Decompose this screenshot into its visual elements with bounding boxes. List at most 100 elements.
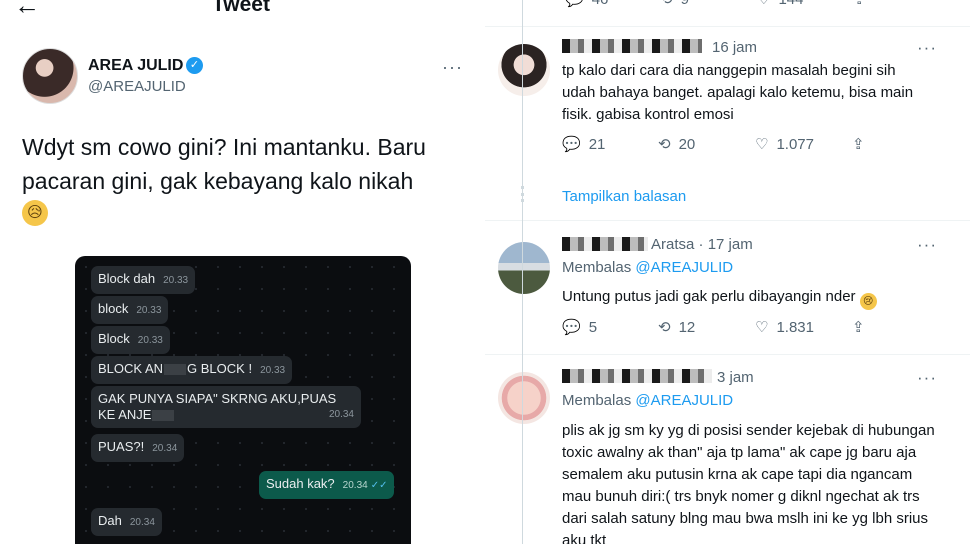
reply-avatar[interactable] [498, 44, 550, 96]
verified-badge-icon: ✓ [186, 57, 203, 74]
page-title: Tweet [212, 0, 270, 16]
message-time: 20.33 [163, 275, 189, 286]
censored-username [562, 237, 648, 251]
message-text: block [98, 301, 129, 316]
reply-icon: 💬 [562, 136, 581, 153]
heart-icon: ♡ [755, 319, 769, 336]
reply-count: 46 [592, 0, 609, 8]
like-count: 1.831 [776, 319, 814, 336]
reply-icon: 💬 [562, 319, 581, 336]
divider [485, 26, 970, 27]
message-text: Block [98, 331, 130, 346]
message-time: 20.33 [136, 305, 162, 316]
show-replies-link[interactable]: Tampilkan balasan [562, 188, 686, 205]
chat-message: Block 20.33 [91, 326, 170, 354]
message-text: Sudah kak? [266, 476, 335, 491]
author-avatar[interactable] [22, 48, 78, 104]
message-time: 20.34 [152, 443, 178, 454]
reply-text: Untung putus jadi gak perlu dibayangin n… [562, 286, 932, 310]
message-time: 20.33 [260, 365, 286, 376]
reply-text-content: Untung putus jadi gak perlu dibayangin n… [562, 288, 856, 305]
retweet-count: 12 [678, 319, 696, 336]
chat-message: PUAS?! 20.34 [91, 434, 185, 462]
reply-avatar[interactable] [498, 372, 550, 424]
reply-count: 5 [588, 319, 598, 336]
sad-face-emoji-icon: 😥 [22, 200, 48, 226]
replying-to-handle[interactable]: @AREAJULID [635, 259, 733, 276]
like-button[interactable]: ♡ 1.831 [755, 318, 814, 336]
heart-icon: ♡ [755, 136, 769, 153]
replying-to: Membalas @AREAJULID [562, 259, 733, 276]
censor-blur [164, 364, 187, 376]
message-time: 20.34 [328, 409, 354, 420]
reply-time: · 17 jam [698, 236, 753, 253]
author-handle[interactable]: @AREAJULID [88, 78, 186, 95]
share-button[interactable]: ⇪ [852, 318, 865, 336]
author-name[interactable]: AREA JULID [88, 57, 183, 75]
censored-username [562, 39, 702, 53]
retweet-button[interactable]: ⟲ 20 [658, 135, 695, 153]
like-button[interactable]: ♡ 1.077 [755, 135, 814, 153]
retweet-button[interactable]: ⟲ 12 [658, 318, 695, 336]
heart-icon: ♡ [757, 0, 770, 8]
share-button[interactable]: ⇪ [853, 0, 866, 8]
more-options-icon[interactable]: ··· [442, 57, 463, 78]
reply-button[interactable]: 💬 5 [562, 318, 597, 336]
share-icon: ⇪ [852, 319, 865, 336]
back-arrow-icon[interactable]: ← [14, 0, 40, 18]
retweet-icon: ⟲ [660, 0, 673, 8]
retweet-count: 20 [678, 136, 696, 153]
chat-message: GAK PUNYA SIAPA" SKRNG AKU,PUAS KE ANJE 2… [91, 386, 361, 428]
like-count: 144 [778, 0, 803, 8]
crying-face-emoji-icon: 😢 [859, 293, 877, 310]
chat-message: Dah 20.34 [91, 508, 162, 536]
more-options-icon[interactable]: ··· [917, 38, 937, 58]
more-options-icon[interactable]: ··· [917, 235, 937, 255]
reply-text: plis ak jg sm ky yg di posisi sender kej… [562, 422, 935, 544]
chat-message-outgoing: Sudah kak? 20.34 ✓✓ [259, 471, 395, 499]
reply-icon: 💬 [565, 0, 584, 8]
message-time: 20.33 [137, 335, 163, 346]
tweet-text: Wdyt sm cowo gini? Ini mantanku. Baru pa… [22, 134, 426, 194]
message-text: GAK PUNYA SIAPA" SKRNG AKU,PUAS [98, 391, 337, 406]
share-icon: ⇪ [852, 136, 865, 153]
replying-to: Membalas @AREAJULID [562, 392, 733, 409]
retweet-icon: ⟲ [658, 319, 671, 336]
reply-time: 3 jam [717, 369, 754, 386]
replying-prefix: Membalas [562, 392, 632, 409]
replies-panel: 💬46 ⟲9 ♡144 ⇪ 16 jam ··· tp kalo dari ca… [485, 0, 970, 544]
share-icon: ⇪ [853, 0, 866, 8]
username-tail: Aratsa [651, 236, 695, 253]
chat-message: Block dah 20.33 [91, 266, 196, 294]
read-ticks-icon: ✓✓ [370, 480, 388, 491]
message-text: Block dah [98, 271, 156, 286]
reply-text: tp kalo dari cara dia nanggepin masalah … [562, 62, 914, 123]
reply-time: 16 jam [712, 39, 758, 56]
message-text: KE ANJE [98, 407, 152, 422]
divider [485, 220, 970, 221]
chat-message: block 20.33 [91, 296, 169, 324]
retweet-count: 9 [681, 0, 689, 8]
reply-count: 21 [588, 136, 606, 153]
message-text: G BLOCK ! [187, 361, 253, 376]
message-text: PUAS?! [98, 439, 145, 454]
censored-username [562, 369, 712, 383]
share-button[interactable]: ⇪ [852, 135, 865, 153]
chat-screenshot-image[interactable]: Block dah 20.33 block 20.33 Block 20.33 BLO… [75, 256, 411, 544]
replying-to-handle[interactable]: @AREAJULID [635, 392, 733, 409]
like-button[interactable]: ♡ 144 [757, 0, 803, 8]
message-time: 20.34 [129, 517, 155, 528]
like-count: 1.077 [776, 136, 814, 153]
more-options-icon[interactable]: ··· [917, 368, 937, 388]
replying-prefix: Membalas [562, 259, 632, 276]
chat-message: BLOCK AN G BLOCK ! 20.33 [91, 356, 293, 384]
main-tweet-panel: ← Tweet AREA JULID ✓ @AREAJULID ··· Wdyt… [0, 0, 485, 544]
reply-avatar[interactable] [498, 242, 550, 294]
retweet-button[interactable]: ⟲9 [660, 0, 689, 8]
divider [485, 354, 970, 355]
reply-button[interactable]: 💬 46 [565, 0, 608, 8]
censor-blur [152, 410, 175, 422]
retweet-icon: ⟲ [658, 136, 671, 153]
message-text: BLOCK AN [98, 361, 164, 376]
reply-button[interactable]: 💬 21 [562, 135, 605, 153]
